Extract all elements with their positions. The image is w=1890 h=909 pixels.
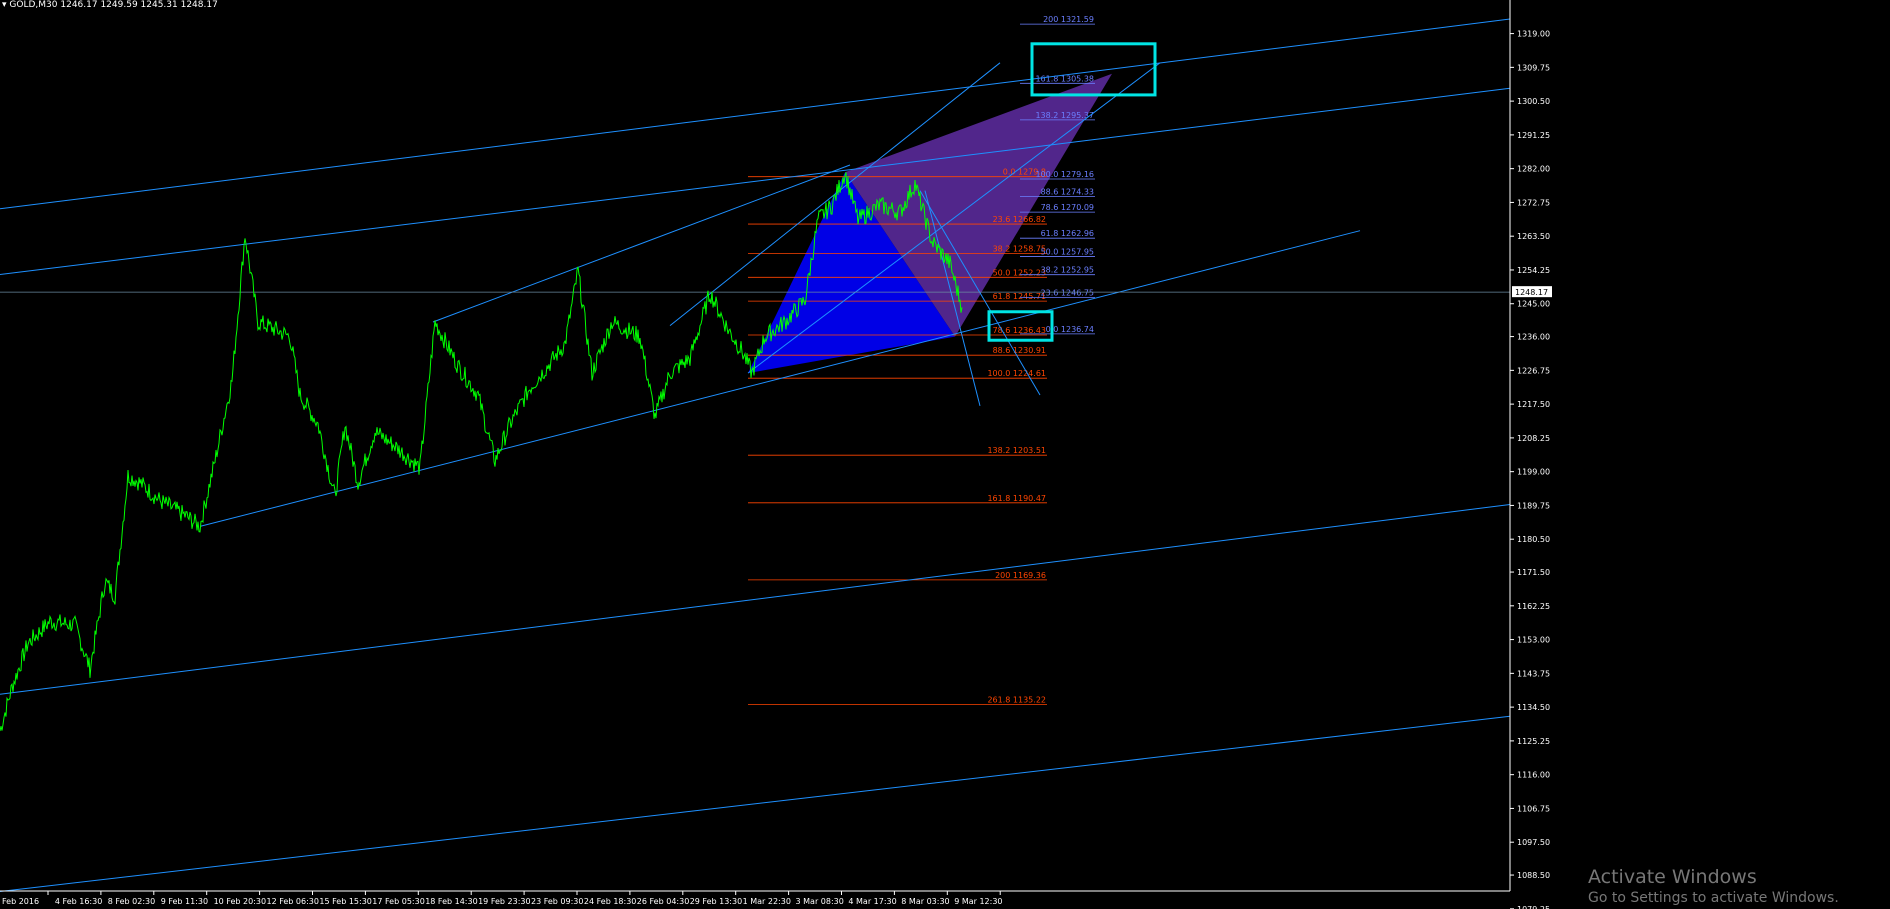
y-tick-label: 1162.25 [1517,602,1550,611]
x-tick-label: 9 Mar 12:30 [954,897,1002,906]
y-tick-label: 1189.75 [1517,501,1550,510]
fib-down-label: 88.6 1230.91 [993,346,1046,355]
x-tick-label: 19 Feb 23:30 [478,897,530,906]
y-tick-label: 1171.50 [1517,568,1550,577]
y-tick-label: 1263.50 [1517,232,1550,241]
fib-down-label: 200 1169.36 [995,571,1046,580]
y-tick-label: 1282.00 [1517,165,1550,174]
watermark-subtitle: Go to Settings to activate Windows. [1588,890,1839,906]
x-tick-label: 24 Feb 18:30 [584,897,636,906]
y-tick-label: 1208.25 [1517,434,1550,443]
current-price-label: 1248.17 [1515,288,1548,297]
y-tick-label: 1309.75 [1517,63,1550,72]
fib-down-label: 23.6 1266.82 [993,215,1046,224]
x-tick-label: 26 Feb 04:30 [637,897,689,906]
y-tick-label: 1300.50 [1517,97,1550,106]
watermark-title: Activate Windows [1588,866,1757,888]
x-tick-label: 4 Feb 16:30 [55,897,102,906]
fib-down-label: 50.0 1252.23 [993,268,1046,277]
y-tick-label: 1106.75 [1517,804,1550,813]
y-tick-label: 1254.25 [1517,266,1550,275]
x-tick-label: 8 Mar 03:30 [901,897,949,906]
y-tick-label: 1088.50 [1517,871,1550,880]
y-tick-label: 1125.25 [1517,737,1550,746]
fib-down-label: 261.8 1135.22 [987,695,1046,704]
fib-down-label: 61.8 1245.71 [993,292,1046,301]
ohlc-values: 1246.17 1249.59 1245.31 1248.17 [60,0,218,10]
y-tick-label: 1217.50 [1517,400,1550,409]
fib-up-label: 100.0 1279.16 [1035,170,1094,179]
x-tick-label: 17 Feb 05:30 [372,897,424,906]
x-tick-label: 15 Feb 15:30 [319,897,371,906]
fib-up-label: 161.8 1305.38 [1035,74,1094,83]
symbol-name: GOLD,M30 [9,0,58,10]
fib-down-label: 100.0 1224.61 [987,369,1046,378]
y-tick-label: 1116.00 [1517,771,1550,780]
fib-down-label: 138.2 1203.51 [987,446,1046,455]
x-tick-label: 29 Feb 13:30 [690,897,742,906]
y-tick-label: 1291.25 [1517,131,1550,140]
y-tick-label: 1199.00 [1517,468,1550,477]
y-tick-label: 1153.00 [1517,636,1550,645]
x-tick-label: 10 Feb 20:30 [214,897,266,906]
fib-down-label: 161.8 1190.47 [987,494,1046,503]
fib-up-label: 61.8 1262.96 [1041,229,1094,238]
fib-up-label: 23.6 1246.75 [1041,288,1094,297]
symbol-header: ▾ GOLD,M30 1246.17 1249.59 1245.31 1248.… [2,0,218,10]
y-tick-label: 1319.00 [1517,30,1550,39]
x-tick-label: 4 Mar 17:30 [848,897,896,906]
y-tick-label: 1134.50 [1517,703,1550,712]
dropdown-triangle-icon[interactable]: ▾ [2,0,7,10]
x-tick-label: Feb 2016 [2,897,39,906]
x-tick-label: 9 Feb 11:30 [161,897,208,906]
y-tick-label: 1079.25 [1517,905,1550,909]
x-tick-label: 23 Feb 09:30 [531,897,583,906]
y-tick-label: 1226.75 [1517,366,1550,375]
y-tick-label: 1245.00 [1517,300,1550,309]
x-tick-label: 3 Mar 08:30 [796,897,844,906]
price-chart[interactable]: 0.0 1279.823.6 1266.8238.2 1258.7550.0 1… [0,0,1890,909]
y-tick-label: 1236.00 [1517,333,1550,342]
fib-up-label: 50.0 1257.95 [1041,247,1094,256]
y-tick-label: 1272.75 [1517,198,1550,207]
fib-up-label: 200 1321.59 [1043,15,1094,24]
x-tick-label: 12 Feb 06:30 [267,897,319,906]
x-tick-label: 8 Feb 02:30 [108,897,155,906]
y-tick-label: 1180.50 [1517,535,1550,544]
fib-up-label: 38.2 1252.95 [1041,266,1094,275]
y-tick-label: 1097.50 [1517,838,1550,847]
fib-up-label: 88.6 1274.33 [1041,188,1094,197]
x-tick-label: 1 Mar 22:30 [743,897,791,906]
fib-down-label: 38.2 1258.75 [993,245,1046,254]
x-tick-label: 18 Feb 14:30 [425,897,477,906]
fib-up-label: 78.6 1270.09 [1041,203,1094,212]
y-tick-label: 1143.75 [1517,669,1550,678]
